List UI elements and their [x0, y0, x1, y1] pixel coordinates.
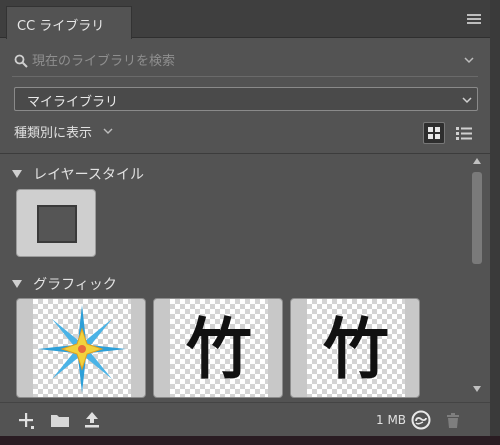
search-bar [12, 50, 478, 72]
bamboo-kanji-graphic: 竹 [323, 310, 389, 388]
chevron-down-icon [103, 128, 113, 134]
hamburger-menu-icon[interactable] [467, 14, 481, 24]
section-header-layer-styles[interactable]: レイヤースタイル [12, 164, 144, 183]
search-icon [14, 54, 28, 68]
section-header-graphics[interactable]: グラフィック [12, 274, 117, 293]
upload-icon[interactable] [82, 410, 102, 430]
search-input[interactable] [32, 50, 452, 72]
starburst-graphic [38, 305, 126, 393]
scrollbar-thumb[interactable] [472, 172, 482, 264]
trash-icon[interactable] [443, 410, 463, 430]
cc-libraries-panel: CC ライブラリ マイライブラリ 種類別に表示 [0, 0, 490, 445]
scroll-down-arrow-icon[interactable] [473, 386, 481, 392]
view-by-label: 種類別に表示 [14, 126, 93, 141]
panel-footer: 1 MB [0, 402, 490, 436]
library-dropdown-value: マイライブラリ [27, 95, 119, 110]
collapse-arrow-icon [12, 170, 22, 178]
window-bottom-edge [0, 436, 500, 445]
folder-icon[interactable] [50, 410, 70, 430]
collapse-arrow-icon [12, 280, 22, 288]
tab-label: CC ライブラリ [17, 19, 105, 34]
layer-style-thumbnail [37, 205, 77, 243]
graphic-item-starburst[interactable] [16, 298, 146, 398]
tab-cc-libraries[interactable]: CC ライブラリ [6, 6, 132, 39]
graphic-item-bamboo-2[interactable]: 竹 [290, 298, 420, 398]
list-view-button[interactable] [453, 122, 475, 144]
bamboo-kanji-graphic: 竹 [186, 310, 252, 388]
view-by-type-dropdown[interactable]: 種類別に表示 [14, 122, 113, 142]
window-edge [490, 0, 500, 445]
layer-style-item[interactable] [16, 189, 96, 257]
search-underline [12, 76, 478, 77]
chevron-down-icon[interactable] [463, 54, 475, 66]
scroll-up-arrow-icon[interactable] [473, 158, 481, 164]
graphic-item-bamboo-1[interactable]: 竹 [153, 298, 283, 398]
grid-view-button[interactable] [423, 122, 445, 144]
creative-cloud-sync-icon[interactable] [411, 410, 431, 430]
plus-icon[interactable] [16, 410, 36, 430]
storage-used: 1 MB [376, 413, 407, 427]
chevron-down-icon [462, 97, 472, 104]
panel-tab-bar: CC ライブラリ [0, 0, 490, 39]
library-dropdown[interactable]: マイライブラリ [14, 87, 478, 111]
section-title: レイヤースタイル [33, 167, 144, 183]
list-view-icon [456, 127, 472, 140]
library-content: レイヤースタイル グラフィック 竹 竹 [0, 154, 468, 398]
section-title: グラフィック [33, 277, 117, 293]
grid-view-icon [428, 127, 440, 139]
content-scrollbar[interactable] [470, 158, 484, 400]
